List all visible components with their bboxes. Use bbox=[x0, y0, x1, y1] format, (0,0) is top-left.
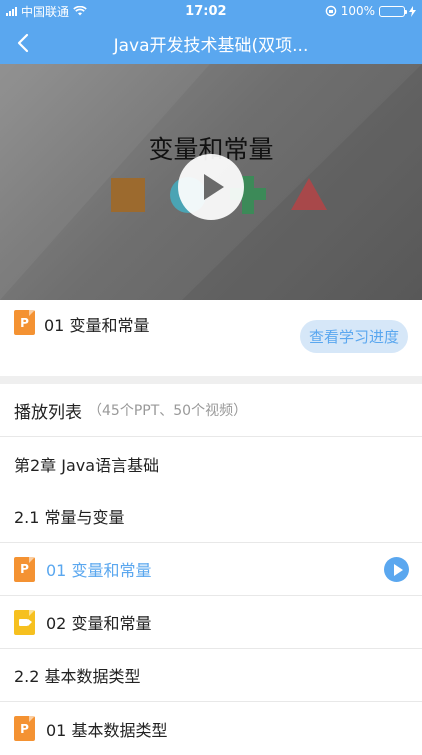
play-circle-icon[interactable] bbox=[384, 557, 409, 582]
video-player[interactable]: 变量和常量 bbox=[0, 64, 422, 300]
wifi-icon bbox=[73, 6, 87, 16]
nav-bar: Java开发技术基础(双项... bbox=[0, 22, 422, 64]
signal-icon bbox=[6, 6, 17, 16]
playlist-count: （45个PPT、50个视频） bbox=[88, 403, 248, 419]
view-progress-button[interactable]: 查看学习进度 bbox=[300, 320, 408, 353]
ppt-file-icon: P bbox=[14, 310, 35, 335]
orientation-lock-icon bbox=[325, 5, 336, 17]
battery-percent: 100% bbox=[340, 4, 375, 18]
list-item-active[interactable]: P 01 变量和常量 bbox=[0, 543, 422, 596]
video-play-button[interactable] bbox=[178, 154, 244, 220]
charging-icon bbox=[409, 5, 416, 17]
list-item-label: 01 基本数据类型 bbox=[46, 720, 168, 740]
battery-icon bbox=[379, 5, 407, 17]
list-item[interactable]: 02 变量和常量 bbox=[0, 596, 422, 649]
current-item-title: 01 变量和常量 bbox=[44, 316, 150, 335]
ppt-file-icon: P bbox=[14, 716, 35, 741]
video-file-icon bbox=[14, 609, 35, 635]
status-bar: 中国联通 17:02 100% bbox=[0, 0, 422, 22]
chapter-label: 第2章 Java语言基础 bbox=[14, 455, 160, 475]
status-right: 100% bbox=[325, 4, 416, 18]
list-item-label: 01 变量和常量 bbox=[46, 561, 152, 580]
section-label: 2.2 基本数据类型 bbox=[14, 667, 141, 686]
section-heading[interactable]: 2.2 基本数据类型 bbox=[0, 649, 422, 702]
section-heading[interactable]: 2.1 常量与变量 bbox=[0, 490, 422, 543]
ppt-file-icon: P bbox=[14, 556, 35, 582]
playlist-header: 播放列表 （45个PPT、50个视频） bbox=[0, 384, 422, 437]
playlist-title: 播放列表 bbox=[14, 402, 82, 423]
status-time: 17:02 bbox=[185, 3, 227, 19]
status-left: 中国联通 bbox=[6, 3, 87, 20]
carrier-label: 中国联通 bbox=[21, 4, 70, 19]
section-label: 2.1 常量与变量 bbox=[14, 508, 125, 527]
section-divider bbox=[0, 376, 422, 384]
list-item-label: 02 变量和常量 bbox=[46, 614, 152, 633]
slide-triangle-shape bbox=[291, 178, 327, 210]
slide-square-shape bbox=[111, 178, 145, 212]
chapter-heading[interactable]: 第2章 Java语言基础 bbox=[0, 437, 422, 490]
chevron-left-icon bbox=[17, 33, 29, 53]
list-item[interactable]: P 01 基本数据类型 bbox=[0, 702, 422, 755]
back-button[interactable] bbox=[10, 30, 36, 56]
page-title: Java开发技术基础(双项... bbox=[113, 35, 309, 56]
current-item-panel: P 01 变量和常量 查看学习进度 bbox=[0, 300, 422, 376]
